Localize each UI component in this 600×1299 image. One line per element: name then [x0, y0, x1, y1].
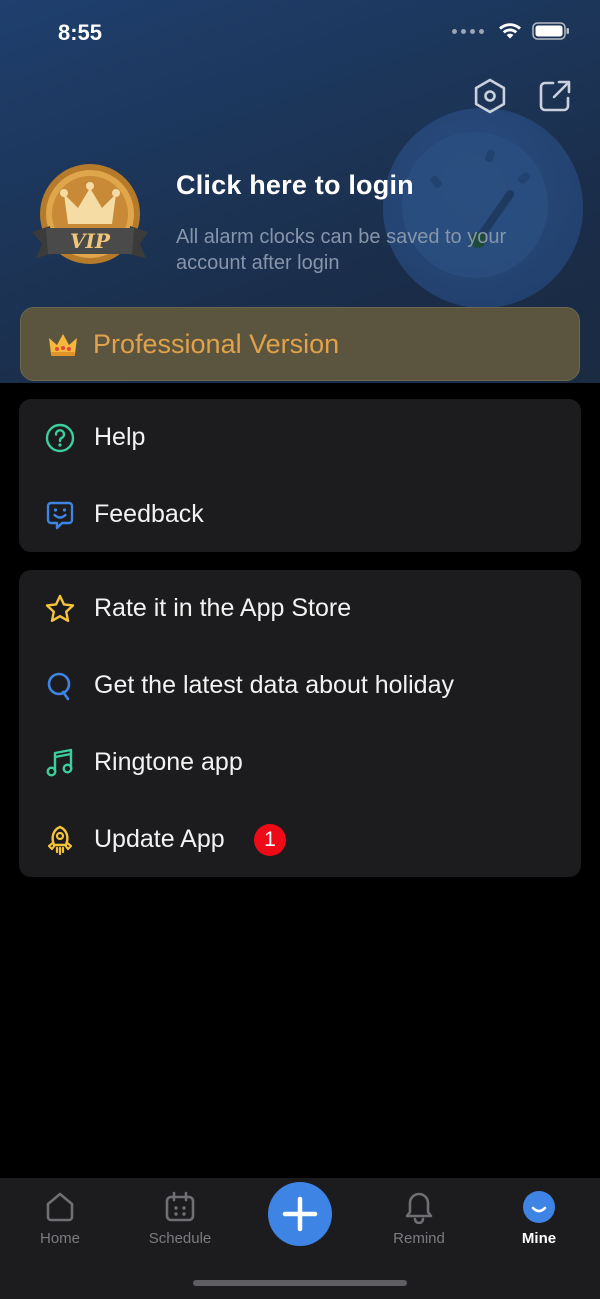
smile-icon	[523, 1191, 555, 1223]
star-icon	[45, 594, 75, 622]
status-time: 8:55	[58, 20, 103, 45]
menu-item-ringtone-app[interactable]: Ringtone app	[19, 724, 581, 801]
menu-item-rate-app[interactable]: Rate it in the App Store	[19, 570, 581, 647]
wifi-icon	[499, 23, 521, 39]
tab-mine[interactable]: Mine	[489, 1190, 589, 1247]
menu-item-label: Feedback	[94, 500, 204, 528]
tab-schedule[interactable]: Schedule	[130, 1190, 230, 1247]
menu-item-holiday-data[interactable]: Get the latest data about holiday	[19, 647, 581, 724]
professional-version-button[interactable]: Professional Version	[20, 307, 580, 381]
menu-item-label: Ringtone app	[94, 748, 243, 776]
music-icon	[46, 748, 73, 777]
tab-label: Schedule	[148, 1230, 212, 1247]
support-card: Help Feedback	[19, 399, 581, 552]
signal-icon	[452, 28, 484, 34]
home-indicator[interactable]	[193, 1280, 407, 1286]
profile-header: 8:55 VIP Click here to login All alarm c…	[0, 0, 600, 383]
menu-item-help[interactable]: Help	[19, 399, 581, 476]
apps-card: Rate it in the App Store Get the latest …	[19, 570, 581, 877]
update-count-badge: 1	[254, 823, 286, 856]
settings-icon[interactable]	[470, 76, 510, 116]
menu-item-label: Update App	[94, 825, 225, 853]
tab-home[interactable]: Home	[10, 1190, 110, 1247]
feedback-icon	[46, 501, 74, 529]
tab-remind[interactable]: Remind	[369, 1190, 469, 1247]
svg-text:VIP: VIP	[70, 229, 111, 253]
plus-icon	[282, 1196, 318, 1232]
help-icon	[45, 423, 75, 452]
home-icon	[46, 1192, 74, 1222]
rocket-icon	[47, 825, 73, 855]
menu-item-feedback[interactable]: Feedback	[19, 476, 581, 553]
menu-item-label: Help	[94, 423, 146, 451]
calendar-icon	[165, 1191, 195, 1222]
menu-item-label: Get the latest data about holiday	[94, 671, 454, 699]
tab-label: Mine	[521, 1230, 557, 1247]
battery-icon	[532, 22, 569, 40]
login-subtitle: All alarm clocks can be saved to your ac…	[176, 226, 507, 274]
bell-icon	[405, 1192, 433, 1224]
tab-label: Remind	[393, 1230, 445, 1247]
professional-version-label: Professional Version	[93, 328, 340, 359]
crown-icon	[49, 334, 77, 356]
share-icon[interactable]	[535, 76, 575, 116]
add-button[interactable]	[268, 1182, 332, 1246]
tab-label: Home	[39, 1230, 80, 1247]
vip-badge-icon: VIP	[32, 164, 148, 264]
menu-item-update-app[interactable]: Update App 1	[19, 801, 581, 878]
status-icons	[452, 22, 570, 40]
login-title[interactable]: Click here to login	[176, 170, 414, 201]
menu-item-label: Rate it in the App Store	[94, 594, 352, 622]
holiday-icon	[47, 672, 71, 700]
